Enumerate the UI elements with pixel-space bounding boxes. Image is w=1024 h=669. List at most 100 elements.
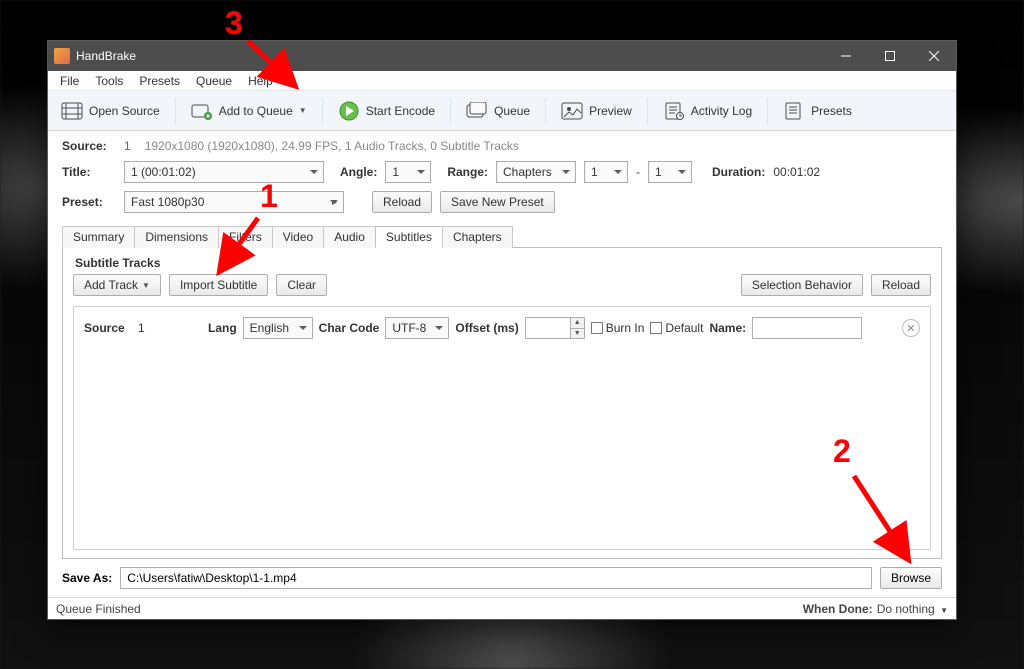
chevron-down-icon: ▼ — [142, 281, 150, 290]
menu-presets[interactable]: Presets — [131, 71, 188, 90]
source-details: 1920x1080 (1920x1080), 24.99 FPS, 1 Audi… — [145, 139, 519, 153]
tab-audio[interactable]: Audio — [323, 226, 376, 248]
when-done-select[interactable]: Do nothing ▼ — [877, 602, 948, 616]
range-type-value: Chapters — [503, 165, 552, 179]
toolbar: Open Source Add to Queue ▼ Start Encode … — [48, 91, 956, 131]
when-done-label: When Done: — [803, 602, 873, 616]
tab-dimensions[interactable]: Dimensions — [134, 226, 219, 248]
queue-add-icon — [191, 101, 213, 121]
open-source-label: Open Source — [89, 104, 160, 118]
track-lang-label: Lang — [208, 321, 237, 335]
tabs: Summary Dimensions Filters Video Audio S… — [62, 225, 942, 248]
queue-button[interactable]: Queue — [457, 95, 539, 127]
preset-reload-button[interactable]: Reload — [372, 191, 432, 213]
close-button[interactable] — [912, 42, 956, 70]
status-left: Queue Finished — [56, 602, 141, 616]
track-row: Source 1 Lang English Char Code UTF-8 Of… — [84, 317, 920, 339]
when-done-value: Do nothing — [877, 602, 935, 616]
tab-filters[interactable]: Filters — [218, 226, 273, 248]
duration-value: 00:01:02 — [773, 165, 820, 179]
save-new-preset-button[interactable]: Save New Preset — [440, 191, 555, 213]
play-icon — [338, 101, 360, 121]
minimize-button[interactable] — [824, 42, 868, 70]
remove-track-button[interactable]: ✕ — [902, 319, 920, 337]
chevron-down-icon: ▼ — [940, 606, 948, 615]
title-select[interactable]: 1 (00:01:02) — [124, 161, 324, 183]
subtitle-tracks-heading: Subtitle Tracks — [75, 256, 931, 270]
range-to-select[interactable]: 1 — [648, 161, 692, 183]
track-lang-value: English — [250, 321, 289, 335]
track-offset-field[interactable] — [526, 318, 570, 338]
maximize-button[interactable] — [868, 42, 912, 70]
import-subtitle-button[interactable]: Import Subtitle — [169, 274, 268, 296]
menu-file[interactable]: File — [52, 71, 87, 90]
default-checkbox[interactable]: Default — [650, 321, 703, 335]
preview-button[interactable]: Preview — [552, 95, 641, 127]
window-title: HandBrake — [76, 49, 136, 63]
presets-icon — [783, 101, 805, 121]
titlebar: HandBrake — [48, 41, 956, 71]
preset-value: Fast 1080p30 — [131, 195, 204, 209]
track-charcode-select[interactable]: UTF-8 — [385, 317, 449, 339]
range-sep: - — [636, 165, 640, 179]
app-icon — [54, 48, 70, 64]
checkbox-box — [650, 322, 662, 334]
activity-log-button[interactable]: Activity Log — [654, 95, 761, 127]
default-label: Default — [665, 321, 703, 335]
browse-button[interactable]: Browse — [880, 567, 942, 589]
chevron-right-icon: ▸ — [332, 197, 337, 208]
log-icon — [663, 101, 685, 121]
title-row: Title: 1 (00:01:02) Angle: 1 Range: Chap… — [62, 161, 942, 183]
range-from-select[interactable]: 1 — [584, 161, 628, 183]
tab-chapters[interactable]: Chapters — [442, 226, 513, 248]
close-icon: ✕ — [906, 322, 915, 335]
statusbar: Queue Finished When Done: Do nothing ▼ — [48, 597, 956, 619]
save-as-path[interactable] — [120, 567, 872, 589]
menu-tools[interactable]: Tools — [87, 71, 131, 90]
track-offset-input[interactable]: ▲▼ — [525, 317, 585, 339]
track-name-label: Name: — [709, 321, 746, 335]
subtitles-panel: Subtitle Tracks Add Track ▼ Import Subti… — [62, 248, 942, 559]
add-to-queue-button[interactable]: Add to Queue ▼ — [182, 95, 316, 127]
save-as-row: Save As: Browse — [48, 559, 956, 597]
presets-toolbar-label: Presets — [811, 104, 852, 118]
track-name-input[interactable] — [752, 317, 862, 339]
menu-help[interactable]: Help — [240, 71, 281, 90]
start-encode-button[interactable]: Start Encode — [329, 95, 444, 127]
checkbox-box — [591, 322, 603, 334]
presets-button[interactable]: Presets — [774, 95, 861, 127]
angle-select[interactable]: 1 — [385, 161, 431, 183]
activity-log-label: Activity Log — [691, 104, 752, 118]
preset-select[interactable]: Fast 1080p30 ▸ — [124, 191, 344, 213]
queue-icon — [466, 101, 488, 121]
menu-queue[interactable]: Queue — [188, 71, 240, 90]
subtitle-buttons-row: Add Track ▼ Import Subtitle Clear Select… — [73, 274, 931, 296]
source-label: Source: — [62, 139, 116, 153]
clear-button[interactable]: Clear — [276, 274, 327, 296]
add-to-queue-label: Add to Queue — [219, 104, 293, 118]
tab-video[interactable]: Video — [272, 226, 324, 248]
film-icon — [61, 101, 83, 121]
source-index: 1 — [124, 139, 131, 153]
add-track-button[interactable]: Add Track ▼ — [73, 274, 161, 296]
add-track-label: Add Track — [84, 278, 138, 292]
content-area: Source: 1 1920x1080 (1920x1080), 24.99 F… — [48, 131, 956, 559]
preset-row: Preset: Fast 1080p30 ▸ Reload Save New P… — [62, 191, 942, 213]
tab-summary[interactable]: Summary — [62, 226, 135, 248]
open-source-button[interactable]: Open Source — [52, 95, 169, 127]
angle-label: Angle: — [340, 165, 377, 179]
tab-subtitles[interactable]: Subtitles — [375, 226, 443, 248]
burnin-checkbox[interactable]: Burn In — [591, 321, 645, 335]
burnin-label: Burn In — [606, 321, 645, 335]
menubar: File Tools Presets Queue Help — [48, 71, 956, 91]
track-lang-select[interactable]: English — [243, 317, 313, 339]
preview-icon — [561, 101, 583, 121]
title-value: 1 (00:01:02) — [131, 165, 196, 179]
track-charcode-label: Char Code — [319, 321, 380, 335]
offset-spinners[interactable]: ▲▼ — [570, 318, 584, 338]
selection-behavior-button[interactable]: Selection Behavior — [741, 274, 863, 296]
subtitles-reload-button[interactable]: Reload — [871, 274, 931, 296]
range-type-select[interactable]: Chapters — [496, 161, 576, 183]
source-row: Source: 1 1920x1080 (1920x1080), 24.99 F… — [62, 139, 942, 153]
range-label: Range: — [447, 165, 488, 179]
